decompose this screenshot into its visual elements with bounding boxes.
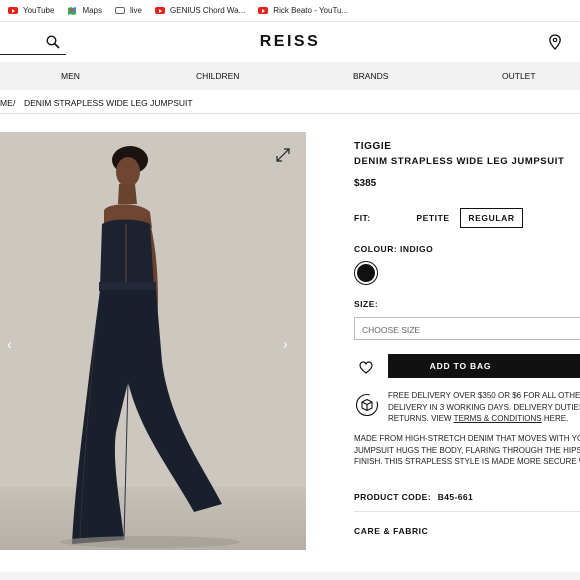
bookmark-youtube[interactable]: YouTube xyxy=(8,6,54,15)
gallery-prev-icon[interactable]: ‹ xyxy=(7,336,12,352)
youtube-icon xyxy=(8,7,18,14)
breadcrumb-parent[interactable]: ME xyxy=(0,98,13,108)
delivery-text: RETURNS. VIEW xyxy=(388,414,454,423)
bookmark-label: Maps xyxy=(82,6,102,15)
size-select[interactable]: CHOOSE SIZE xyxy=(354,317,580,340)
product-code-label: PRODUCT CODE: xyxy=(354,492,431,502)
delivery-line: DELIVERY IN 3 WORKING DAYS. DELIVERY DUT… xyxy=(388,402,580,412)
breadcrumb-separator: / xyxy=(13,98,16,108)
expand-icon[interactable] xyxy=(275,147,291,163)
product-code: PRODUCT CODE: B45-661 xyxy=(354,492,473,502)
bookmarks-bar: YouTube Maps live GENIUS Chord Wa... Ric… xyxy=(0,0,580,22)
heart-icon xyxy=(359,360,373,374)
breadcrumb-current: DENIM STRAPLESS WIDE LEG JUMPSUIT xyxy=(24,98,193,108)
delivery-info: FREE DELIVERY OVER $350 OR $6 FOR ALL OT… xyxy=(388,390,580,425)
product-description: MADE FROM HIGH-STRETCH DENIM THAT MOVES … xyxy=(354,433,580,468)
delivery-text: HERE. xyxy=(541,414,569,423)
description-line: FINISH. THIS STRAPLESS STYLE IS MADE MOR… xyxy=(354,457,580,466)
bookmark-label: live xyxy=(130,6,143,15)
size-label: SIZE: xyxy=(354,299,379,309)
fit-label: FIT: xyxy=(354,213,371,223)
gallery-next-icon[interactable]: › xyxy=(283,336,288,352)
nav-item-outlet[interactable]: OUTLET xyxy=(502,71,536,81)
bookmark-live[interactable]: live xyxy=(115,6,142,15)
nav-item-men[interactable]: MEN xyxy=(61,71,80,81)
bookmark-label: GENIUS Chord Wa... xyxy=(170,6,246,15)
care-fabric-accordion[interactable]: CARE & FABRIC xyxy=(354,526,428,536)
product-image[interactable] xyxy=(0,132,306,550)
site-header: REISS xyxy=(0,22,580,62)
swatch-fill xyxy=(357,264,375,282)
bookmark-genius[interactable]: GENIUS Chord Wa... xyxy=(155,6,245,15)
add-to-bag-button[interactable]: ADD TO BAG xyxy=(388,354,580,378)
delivery-box-icon xyxy=(355,393,379,417)
nav-item-brands[interactable]: BRANDS xyxy=(353,71,388,81)
colour-label: COLOUR: xyxy=(354,244,398,254)
nav-item-children[interactable]: CHILDREN xyxy=(196,71,239,81)
footer-strip xyxy=(0,572,580,580)
globe-icon xyxy=(115,7,125,14)
delivery-line: RETURNS. VIEW TERMS & CONDITIONS HERE. xyxy=(388,413,580,425)
site-logo[interactable]: REISS xyxy=(0,33,580,51)
divider xyxy=(354,511,580,512)
fit-option-petite[interactable]: PETITE xyxy=(410,209,456,227)
youtube-icon xyxy=(258,7,269,14)
main-nav: MEN CHILDREN BRANDS OUTLET xyxy=(0,62,580,90)
bookmark-rick-beato[interactable]: Rick Beato - YouTu... xyxy=(258,6,348,15)
wishlist-button[interactable] xyxy=(354,355,378,379)
terms-link[interactable]: TERMS & CONDITIONS xyxy=(454,414,542,423)
description-line: JUMPSUIT HUGS THE BODY, FLARING THROUGH … xyxy=(354,445,580,455)
delivery-line: FREE DELIVERY OVER $350 OR $6 FOR ALL OT… xyxy=(388,391,580,400)
description-line: MADE FROM HIGH-STRETCH DENIM THAT MOVES … xyxy=(354,434,580,443)
fit-option-regular[interactable]: REGULAR xyxy=(460,208,523,228)
bookmark-label: YouTube xyxy=(23,6,55,15)
product-price: $385 xyxy=(354,178,377,189)
bookmark-maps[interactable]: Maps xyxy=(67,6,102,15)
product-brand[interactable]: TIGGIE xyxy=(354,141,392,152)
bookmark-label: Rick Beato - YouTu... xyxy=(273,6,349,15)
breadcrumb: ME / DENIM STRAPLESS WIDE LEG JUMPSUIT xyxy=(0,90,580,114)
maps-icon xyxy=(67,6,77,15)
youtube-icon xyxy=(155,7,166,14)
colour-swatch-indigo[interactable] xyxy=(354,261,378,285)
colour-value: INDIGO xyxy=(400,244,434,254)
product-title: DENIM STRAPLESS WIDE LEG JUMPSUIT xyxy=(354,156,565,167)
location-pin-icon[interactable] xyxy=(548,34,562,50)
search-input[interactable] xyxy=(0,54,66,55)
product-code-value: B45-661 xyxy=(437,492,474,502)
